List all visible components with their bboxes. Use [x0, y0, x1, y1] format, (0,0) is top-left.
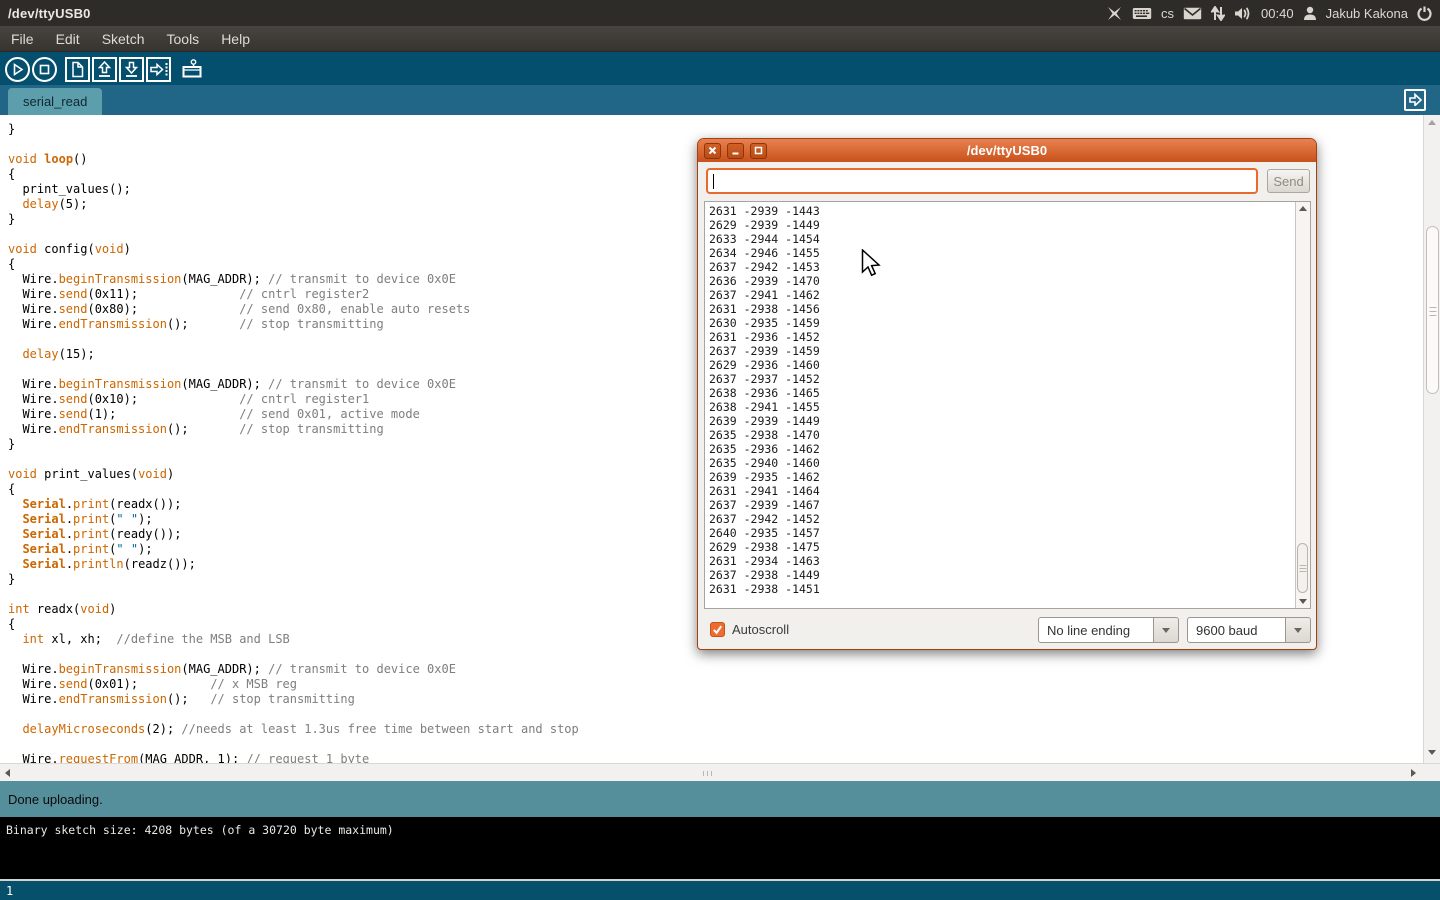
tab-bar: serial_read [0, 85, 1440, 115]
ide-toolbar [0, 52, 1440, 85]
maximize-icon [754, 146, 763, 155]
serial-monitor-window: /dev/ttyUSB0 Send 2631 -2939 -1443 2629 … [697, 138, 1317, 650]
username-label[interactable]: Jakub Kakona [1326, 6, 1408, 21]
text-caret [713, 174, 714, 189]
baud-rate-value: 9600 baud [1187, 617, 1286, 643]
stop-button[interactable] [31, 56, 58, 83]
network-arrows-icon[interactable] [1211, 6, 1225, 21]
status-bar: Done uploading. [0, 781, 1440, 817]
scroll-left-icon[interactable] [5, 769, 10, 777]
baud-rate-dropdown[interactable]: 9600 baud [1187, 617, 1311, 643]
serial-vscroll-thumb[interactable] [1297, 543, 1308, 593]
send-button[interactable]: Send [1267, 169, 1310, 193]
tab-serial-read[interactable]: serial_read [8, 88, 102, 115]
window-close-button[interactable] [704, 143, 721, 159]
serial-output-area[interactable]: 2631 -2939 -1443 2629 -2939 -1449 2633 -… [704, 201, 1311, 609]
line-indicator-bar: 1 [0, 879, 1440, 900]
close-icon [708, 146, 717, 155]
line-ending-value: No line ending [1038, 617, 1154, 643]
presence-icon[interactable] [1106, 6, 1123, 21]
chevron-down-icon[interactable] [1286, 617, 1311, 643]
mail-icon[interactable] [1183, 7, 1202, 20]
minimize-icon [731, 146, 740, 155]
menu-tools[interactable]: Tools [156, 26, 211, 52]
serial-input-field[interactable] [706, 168, 1258, 194]
autoscroll-label: Autoscroll [732, 622, 789, 637]
menu-bar: FileEditSketchToolsHelp [0, 26, 1440, 52]
verify-button[interactable] [4, 56, 31, 83]
window-minimize-button[interactable] [727, 143, 744, 159]
menu-help[interactable]: Help [210, 26, 261, 52]
serial-monitor-titlebar[interactable]: /dev/ttyUSB0 [698, 139, 1316, 162]
serial-vertical-scrollbar[interactable] [1295, 202, 1310, 608]
keyboard-icon[interactable] [1132, 7, 1152, 20]
keyboard-layout-label[interactable]: cs [1161, 6, 1174, 21]
desktop: /dev/ttyUSB0 cs 00:40 Jakub Kakona FileEdi… [0, 0, 1440, 900]
scroll-up-icon[interactable] [1428, 120, 1436, 125]
scroll-down-icon[interactable] [1428, 750, 1436, 755]
user-icon[interactable] [1303, 6, 1317, 21]
line-number: 1 [0, 884, 13, 898]
menu-edit[interactable]: Edit [45, 26, 91, 52]
active-window-title: /dev/ttyUSB0 [0, 6, 91, 21]
build-console: Binary sketch size: 4208 bytes (of a 307… [0, 817, 1440, 879]
hscroll-thumb-grip[interactable] [703, 771, 712, 776]
power-icon[interactable] [1417, 6, 1432, 21]
scroll-down-icon[interactable] [1299, 599, 1307, 604]
serial-monitor-title: /dev/ttyUSB0 [698, 143, 1316, 158]
autoscroll-checkbox[interactable] [710, 622, 725, 637]
save-button[interactable] [118, 56, 145, 83]
editor-horizontal-scrollbar[interactable] [0, 763, 1440, 781]
open-button[interactable] [91, 56, 118, 83]
tab-menu-button[interactable] [1404, 89, 1426, 111]
menu-sketch[interactable]: Sketch [91, 26, 156, 52]
tab-arrow-icon [1407, 90, 1423, 111]
editor-vertical-scrollbar[interactable] [1423, 115, 1440, 763]
scroll-right-icon[interactable] [1411, 769, 1416, 777]
serial-data-rows: 2631 -2939 -1443 2629 -2939 -1449 2633 -… [705, 202, 1310, 596]
tab-label: serial_read [23, 94, 87, 109]
clock-label[interactable]: 00:40 [1261, 6, 1294, 21]
window-maximize-button[interactable] [750, 143, 767, 159]
status-message: Done uploading. [0, 792, 103, 807]
check-icon [711, 623, 724, 636]
line-ending-dropdown[interactable]: No line ending [1038, 617, 1179, 643]
scroll-up-icon[interactable] [1299, 206, 1307, 211]
console-output: Binary sketch size: 4208 bytes (of a 307… [0, 817, 1440, 837]
top-panel: /dev/ttyUSB0 cs 00:40 Jakub Kakona [0, 0, 1440, 26]
editor-vscroll-thumb[interactable] [1426, 226, 1439, 394]
system-tray: cs 00:40 Jakub Kakona [1106, 6, 1440, 21]
menu-file[interactable]: File [0, 26, 45, 52]
serial-monitor-button[interactable] [178, 56, 205, 83]
chevron-down-icon[interactable] [1154, 617, 1179, 643]
volume-icon[interactable] [1234, 6, 1252, 21]
new-sketch-button[interactable] [64, 56, 91, 83]
upload-button[interactable] [145, 56, 172, 83]
